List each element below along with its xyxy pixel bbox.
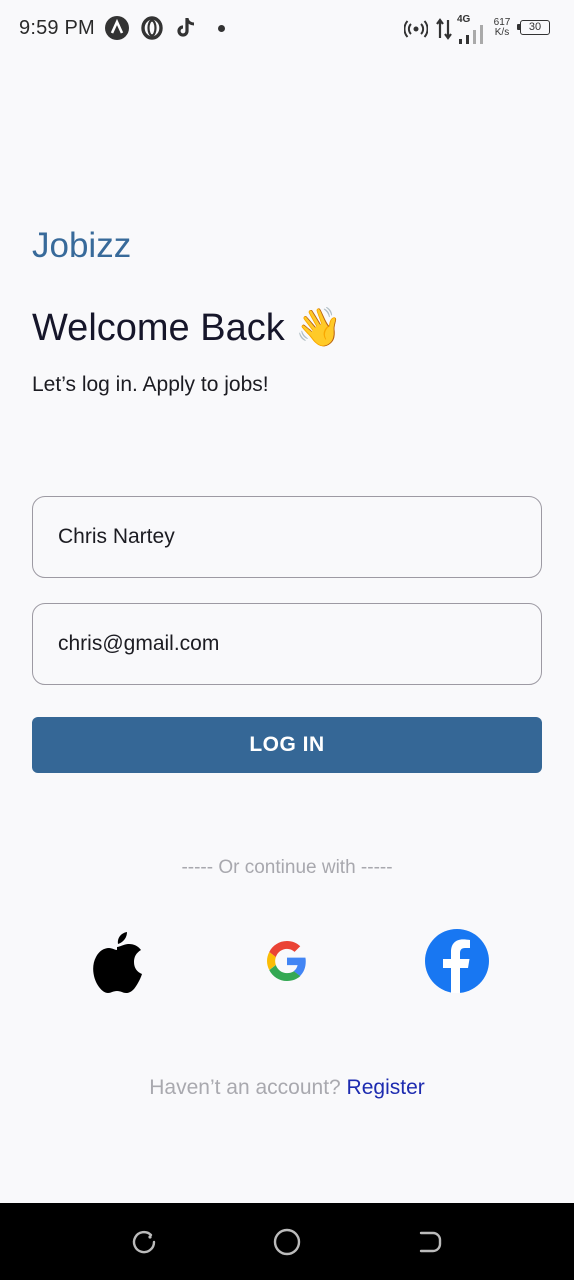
name-input[interactable] bbox=[58, 497, 518, 577]
facebook-icon bbox=[425, 929, 489, 993]
apple-icon bbox=[93, 932, 142, 993]
login-button[interactable]: LOG IN bbox=[32, 717, 542, 773]
speed-indicator: 617 K/s bbox=[491, 18, 513, 38]
continue-with-divider: ----- Or continue with ----- bbox=[181, 857, 393, 878]
name-field[interactable] bbox=[32, 496, 542, 578]
page-subtitle: Let’s log in. Apply to jobs! bbox=[32, 373, 269, 396]
email-input[interactable] bbox=[58, 604, 518, 684]
app-brand: Jobizz bbox=[32, 226, 132, 265]
register-prompt: Haven’t an account? bbox=[149, 1076, 347, 1099]
notification-dot-icon bbox=[218, 25, 225, 32]
google-login-button[interactable] bbox=[254, 928, 320, 994]
email-field[interactable] bbox=[32, 603, 542, 685]
register-row: Haven’t an account? Register bbox=[0, 1076, 574, 1100]
page-title: Welcome Back 👋 bbox=[32, 307, 343, 349]
apple-login-button[interactable] bbox=[84, 928, 150, 994]
tiktok-icon bbox=[175, 16, 197, 45]
data-arrows-icon bbox=[436, 18, 452, 45]
battery-icon: 30 bbox=[517, 20, 550, 35]
home-icon[interactable] bbox=[272, 1227, 302, 1257]
opera-icon bbox=[141, 16, 163, 45]
facebook-login-button[interactable] bbox=[424, 928, 490, 994]
status-bar: 9:59 PM 4G 617 K/s 30 bbox=[0, 0, 574, 58]
back-icon[interactable] bbox=[415, 1227, 445, 1257]
status-time: 9:59 PM bbox=[19, 17, 95, 39]
speed-unit: K/s bbox=[494, 27, 510, 38]
hotspot-icon bbox=[403, 18, 429, 45]
recents-icon[interactable] bbox=[129, 1227, 159, 1257]
google-icon bbox=[267, 941, 306, 981]
app-a-icon bbox=[105, 16, 129, 45]
register-link[interactable]: Register bbox=[347, 1076, 425, 1099]
system-nav-bar bbox=[0, 1203, 574, 1280]
